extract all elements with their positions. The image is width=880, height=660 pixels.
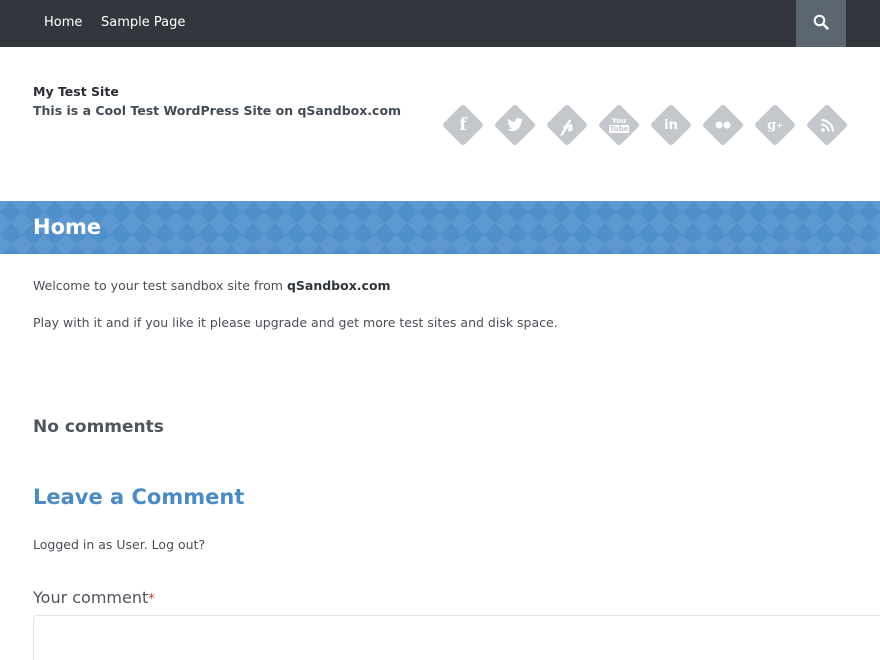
leave-comment-heading: Leave a Comment	[33, 485, 245, 509]
user-link[interactable]: User	[116, 537, 143, 552]
pinterest-icon: 𝓅	[560, 114, 574, 136]
comment-label: Your comment*	[33, 588, 155, 607]
site-description: This is a Cool Test WordPress Site on qS…	[33, 103, 402, 118]
page-title-banner	[0, 201, 880, 254]
top-navigation-bar: Home Sample Page	[0, 0, 880, 47]
flickr-icon	[702, 104, 744, 146]
nav-link-home[interactable]: Home	[44, 15, 82, 30]
page-title: Home	[33, 215, 102, 239]
site-title[interactable]: My Test Site	[33, 84, 119, 99]
youtube-link[interactable]: You Tube	[597, 103, 641, 147]
rss-icon	[806, 104, 848, 146]
google-plus-link[interactable]: g +	[753, 103, 797, 147]
required-marker: *	[148, 592, 155, 607]
pinterest-link[interactable]: 𝓅	[545, 103, 589, 147]
search-button[interactable]	[796, 0, 846, 47]
search-icon	[813, 14, 829, 30]
upgrade-paragraph: Play with it and if you like it please u…	[33, 315, 558, 330]
logged-in-notice: Logged in as User. Log out?	[33, 537, 206, 552]
comment-textarea[interactable]	[33, 615, 880, 660]
facebook-link[interactable]: f	[441, 103, 485, 147]
no-comments-heading: No comments	[33, 417, 164, 437]
twitter-icon	[494, 104, 536, 146]
nav-link-sample-page[interactable]: Sample Page	[101, 15, 185, 30]
youtube-icon: You Tube	[608, 117, 630, 133]
google-plus-icon: g +	[767, 117, 783, 133]
welcome-paragraph: Welcome to your test sandbox site from q…	[33, 278, 391, 293]
qsandbox-link[interactable]: qSandbox.com	[287, 278, 391, 293]
facebook-icon: f	[459, 115, 467, 135]
linkedin-icon: in	[664, 117, 678, 133]
logout-link[interactable]: Log out?	[152, 537, 205, 552]
rss-link[interactable]	[805, 103, 849, 147]
twitter-link[interactable]	[493, 103, 537, 147]
flickr-link[interactable]	[701, 103, 745, 147]
linkedin-link[interactable]: in	[649, 103, 693, 147]
